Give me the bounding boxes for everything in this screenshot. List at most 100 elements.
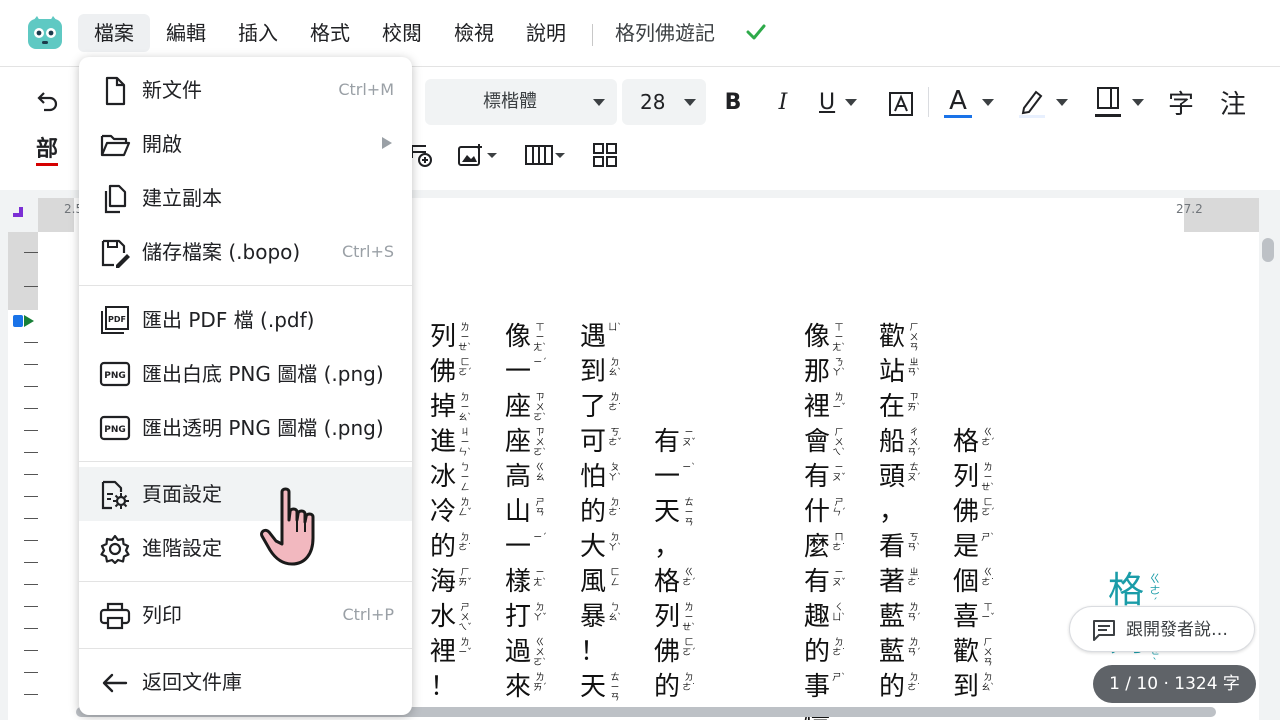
hanzi-char: 可ㄎㄜˇ: [579, 427, 622, 457]
menu-help[interactable]: 說明: [510, 14, 582, 52]
font-color-button[interactable]: A: [944, 85, 1000, 119]
text-box-icon[interactable]: [888, 91, 914, 117]
grid-view-icon[interactable]: [592, 142, 618, 168]
menu-item-open[interactable]: 開啟: [79, 117, 412, 171]
insert-table-icon[interactable]: [410, 142, 432, 168]
bopomofo-annotation: ㄩˋ: [608, 323, 622, 333]
hanzi-char: 座ㄗㄨㄛˋ: [504, 427, 547, 458]
bopomofo-annotation: ㄕㄢ: [535, 498, 545, 518]
bopomofo-annotation: ㄉㄠˋ: [981, 673, 995, 693]
menu-item-export-pdf[interactable]: PDF 匯出 PDF 檔 (.pdf): [79, 293, 412, 347]
ruler-tick: [24, 672, 38, 673]
character-button[interactable]: 字: [1164, 85, 1198, 120]
radical-button[interactable]: 部: [36, 137, 59, 166]
menu-edit[interactable]: 編輯: [150, 14, 222, 52]
ruler-tick: [24, 364, 38, 365]
bopomofo-annotation: ㄧㄡˇ: [832, 568, 846, 588]
bopomofo-annotation: ㄊㄡˊ: [907, 463, 921, 483]
font-size-value: 28: [640, 90, 666, 114]
ruler-corner-icon[interactable]: [11, 205, 25, 219]
app-logo-icon[interactable]: [27, 16, 63, 50]
hanzi-char: 裡ㄌㄧˇ: [803, 392, 846, 422]
png-icon: PNG: [99, 361, 131, 387]
bopomofo-annotation: ㄌㄜ˙: [608, 393, 622, 413]
annotation-button[interactable]: 注: [1216, 85, 1250, 120]
menu-item-back-to-library[interactable]: 返回文件庫: [79, 655, 412, 709]
menu-review[interactable]: 校閱: [366, 14, 438, 52]
ruler-tick: [24, 452, 38, 453]
font-size-select[interactable]: 28: [622, 79, 706, 125]
hanzi-char: 座ㄗㄨㄛˋ: [504, 392, 547, 423]
undo-icon[interactable]: [34, 89, 60, 115]
menu-divider: [79, 648, 412, 649]
hanzi-char: 喜ㄒㄧˇ: [952, 602, 995, 632]
menu-item-advanced-settings[interactable]: 進階設定: [79, 521, 412, 575]
bopomofo-annotation: ㄒㄧˇ: [981, 603, 995, 623]
menu-format[interactable]: 格式: [294, 14, 366, 52]
hanzi-char: 列ㄌㄧㄝˋ: [429, 322, 472, 353]
insert-image-icon[interactable]: [457, 142, 499, 168]
underline-label: U: [819, 89, 836, 115]
hanzi-char: [951, 355, 981, 390]
bold-button[interactable]: B: [721, 85, 745, 119]
hanzi-char: 怕ㄆㄚˋ: [579, 462, 622, 492]
italic-button[interactable]: I: [771, 85, 795, 119]
hanzi-char: 的ㄉㄜ˙: [579, 497, 622, 527]
menu-divider: [592, 24, 593, 46]
document-title[interactable]: 格列佛遊記: [615, 14, 715, 52]
menu-item-print[interactable]: 列印 Ctrl+P: [79, 588, 412, 642]
hanzi-char: 了ㄌㄜ˙: [579, 392, 622, 422]
menu-item-export-png-transparent[interactable]: PNG 匯出透明 PNG 圖檔 (.png): [79, 401, 412, 455]
indent-marker[interactable]: [13, 315, 23, 327]
folder-open-icon: [100, 134, 131, 157]
bopomofo-annotation: ㄉㄜ˙: [682, 673, 696, 693]
feedback-button[interactable]: 跟開發者說…: [1069, 606, 1255, 652]
menu-file[interactable]: 檔案: [78, 14, 150, 52]
text-column: 有ㄧㄡˇ 一ㄧˋ 天ㄊㄧㄢ， 格ㄍㄜˊ 列ㄌㄧㄝˋ 佛ㄈㄛˊ 的ㄉㄜ˙: [652, 320, 696, 705]
hanzi-char: 天ㄊㄧㄢ: [652, 495, 694, 530]
hanzi-char: [652, 355, 682, 390]
chevron-down-icon: [684, 99, 696, 106]
menu-item-export-png-white[interactable]: PNG 匯出白底 PNG 圖檔 (.png): [79, 347, 412, 401]
menu-item-new-document[interactable]: 新文件 Ctrl+M: [79, 63, 412, 117]
toolbar-divider: [928, 87, 929, 117]
ruler-tick: [24, 342, 38, 343]
bopomofo-annotation: ㄍㄠ: [535, 463, 545, 483]
text-column: 歡ㄏㄨㄢ站ㄓㄢˋ 在ㄗㄞˋ 船ㄔㄨㄢˊ 頭ㄊㄡˊ ， 看ㄎㄢˋ 著ㄓㄜ˙ 藍ㄌㄢˊ 藍ㄌㄢˊ 的ㄉ…: [877, 320, 921, 705]
menu-divider: [79, 461, 412, 462]
hanzi-char: ！: [579, 637, 606, 667]
hanzi-char: ，: [653, 532, 680, 562]
vertical-scrollbar[interactable]: [1262, 238, 1274, 262]
menu-item-save[interactable]: 儲存檔案 (.bopo) Ctrl+S: [79, 225, 412, 279]
hanzi-char: 裡ㄌㄧˇ: [429, 637, 472, 667]
menu-item-shortcut: Ctrl+S: [341, 242, 394, 261]
hanzi-char: 個ㄍㄜ˙: [952, 567, 995, 597]
highlight-button[interactable]: [1018, 85, 1074, 119]
hanzi-char: 列ㄌㄧㄝˋ: [653, 602, 696, 633]
bopomofo-annotation: ㄆㄚˋ: [608, 463, 622, 483]
vertical-ruler-bar: [8, 232, 38, 720]
menu-insert[interactable]: 插入: [222, 14, 294, 52]
border-button[interactable]: [1094, 85, 1150, 119]
page-word-count-badge: 1 / 10 · 1324 字: [1093, 665, 1256, 703]
hanzi-char: 格ㄍㄜˊ: [952, 427, 995, 457]
menu-item-page-settings[interactable]: 頁面設定: [79, 467, 412, 521]
columns-layout-icon[interactable]: [524, 142, 568, 168]
bopomofo-annotation: ㄎㄢˋ: [907, 533, 921, 553]
font-family-select[interactable]: 標楷體: [425, 79, 617, 125]
bopomofo-annotation: ㄒㄧㄤˋ: [533, 323, 547, 353]
font-color-letter: A: [944, 87, 972, 118]
menu-item-duplicate[interactable]: 建立副本: [79, 171, 412, 225]
chevron-down-icon: [845, 98, 858, 106]
indent-arrow-icon[interactable]: [24, 315, 34, 327]
bopomofo-annotation: ㄉㄜ˙: [907, 673, 921, 693]
bopomofo-annotation: ㄋㄚˋ: [832, 358, 846, 378]
vertical-ruler[interactable]: [0, 232, 38, 720]
hanzi-char: [951, 320, 981, 355]
menu-view[interactable]: 檢視: [438, 14, 510, 52]
menu-item-label: 匯出透明 PNG 圖檔 (.png): [142, 416, 384, 440]
bopomofo-annotation: ㄕㄨㄟˇ: [458, 603, 472, 633]
underline-button[interactable]: U: [819, 85, 867, 119]
hanzi-char: 是ㄕˋ: [952, 532, 995, 562]
hanzi-char: 什ㄕㄣˊ: [803, 497, 846, 527]
